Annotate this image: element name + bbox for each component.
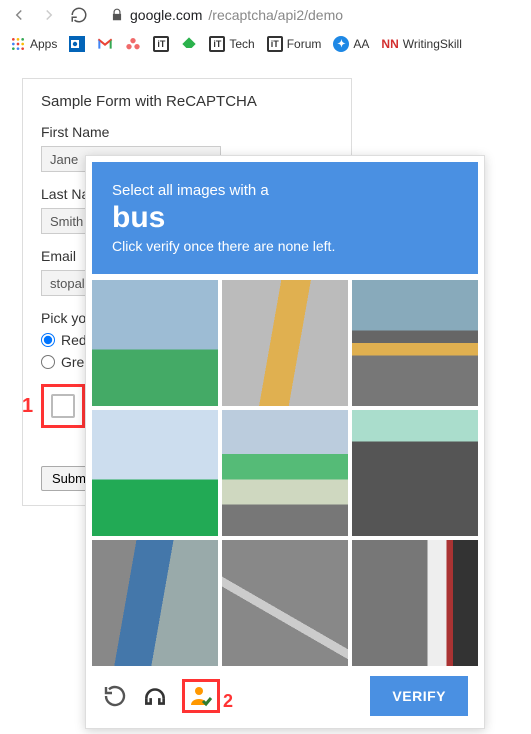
reload-challenge-button[interactable] [102, 683, 128, 709]
captcha-tile[interactable] [352, 540, 478, 666]
bookmark-apps[interactable]: Apps [10, 36, 57, 52]
outlook-icon [69, 36, 85, 52]
apps-label: Apps [30, 37, 57, 51]
bookmark-asana[interactable] [125, 36, 141, 52]
bookmark-it-tech[interactable]: iT Tech [209, 36, 254, 52]
feedly-icon [181, 36, 197, 52]
captcha-subject: bus [112, 201, 458, 234]
address-bar[interactable]: google.com/recaptcha/api2/demo [110, 7, 343, 23]
recaptcha-checkbox[interactable] [51, 394, 75, 418]
tech-label: Tech [229, 37, 254, 51]
captcha-tile[interactable] [222, 410, 348, 536]
radio-red[interactable] [41, 333, 55, 347]
bookmark-feedly[interactable] [181, 36, 197, 52]
captcha-instruction-post: Click verify once there are none left. [112, 238, 458, 254]
gmail-icon [97, 36, 113, 52]
it-icon: iT [209, 36, 225, 52]
bookmark-it-forum[interactable]: iT Forum [267, 36, 322, 52]
captcha-instruction-pre: Select all images with a [112, 182, 458, 199]
bookmark-aa[interactable]: ✦ AA [333, 36, 369, 52]
captcha-tile[interactable] [222, 540, 348, 666]
url-path: /recaptcha/api2/demo [208, 7, 343, 23]
reload-button[interactable] [70, 6, 88, 24]
bookmark-writingskill[interactable]: NN WritingSkill [381, 37, 461, 51]
back-button[interactable] [10, 6, 28, 24]
accessibility-button[interactable]: 2 [182, 679, 220, 713]
captcha-header: Select all images with a bus Click verif… [92, 162, 478, 274]
captcha-tile[interactable] [92, 410, 218, 536]
captcha-tile[interactable] [92, 280, 218, 406]
captcha-tile[interactable] [92, 540, 218, 666]
aa-icon: ✦ [333, 36, 349, 52]
apps-icon [10, 36, 26, 52]
first-name-label: First Name [41, 124, 333, 140]
it-icon: iT [267, 36, 283, 52]
lock-icon [110, 8, 124, 22]
forum-label: Forum [287, 37, 322, 51]
captcha-tile[interactable] [352, 280, 478, 406]
captcha-grid [92, 280, 478, 666]
verify-button[interactable]: VERIFY [370, 676, 468, 716]
bookmark-outlook[interactable] [69, 36, 85, 52]
nn-icon: NN [381, 37, 398, 51]
url-host: google.com [130, 7, 202, 23]
captcha-tile[interactable] [352, 410, 478, 536]
aa-label: AA [353, 37, 369, 51]
person-check-icon [189, 684, 213, 708]
forward-button[interactable] [40, 6, 58, 24]
bookmark-it-1[interactable]: iT [153, 36, 169, 52]
asana-icon [125, 36, 141, 52]
bookmark-gmail[interactable] [97, 36, 113, 52]
bookmarks-bar: Apps iT iT Tech iT Forum ✦ AA NN Writing… [0, 30, 531, 58]
radio-green[interactable] [41, 355, 55, 369]
recaptcha-anchor[interactable]: 1 [41, 384, 85, 428]
recaptcha-challenge: Select all images with a bus Click verif… [85, 155, 485, 729]
it-icon: iT [153, 36, 169, 52]
annotation-1: 1 [22, 395, 33, 418]
red-label: Red [61, 332, 87, 348]
writingskill-label: WritingSkill [403, 37, 462, 51]
annotation-2: 2 [223, 691, 233, 712]
audio-challenge-button[interactable] [142, 683, 168, 709]
captcha-tile[interactable] [222, 280, 348, 406]
form-title: Sample Form with ReCAPTCHA [41, 93, 333, 110]
